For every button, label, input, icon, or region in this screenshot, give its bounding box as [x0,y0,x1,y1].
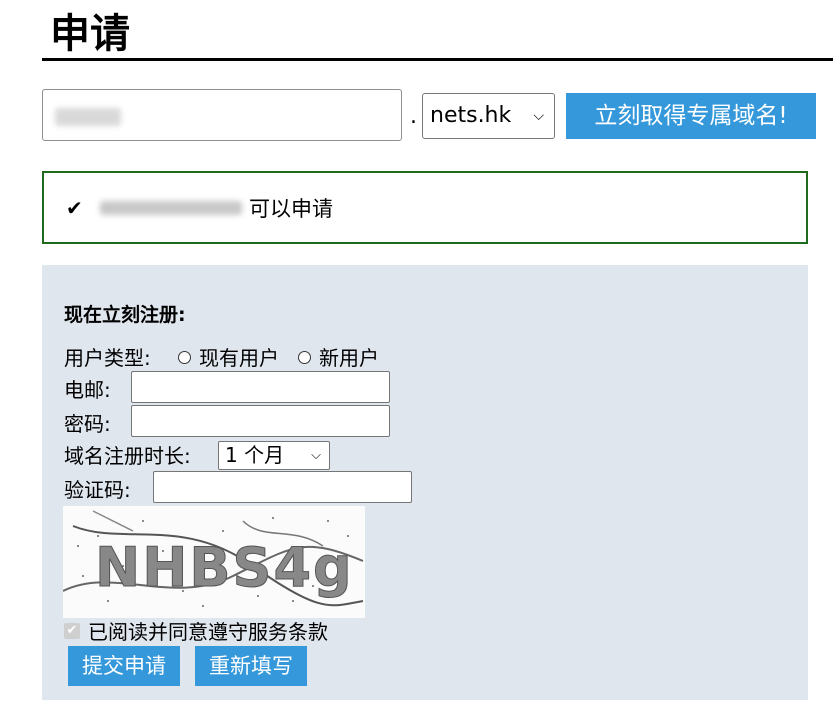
radio-new-user-label[interactable]: 新用户 [319,345,379,371]
duration-select[interactable]: 1 个月 ⌵ [218,441,330,470]
captcha-label: 验证码: [64,478,131,502]
radio-existing-user[interactable] [178,351,191,364]
domain-dot-separator: . [410,104,417,129]
radio-new-user[interactable] [298,351,311,364]
password-field[interactable] [131,405,390,437]
password-label: 密码: [64,412,111,436]
captcha-noise: NHBS4g [63,510,364,607]
domain-name-input[interactable] [42,89,402,141]
captcha-text: NHBS4g [95,536,354,599]
user-type-label: 用户类型: [64,346,151,370]
registration-panel: 现在立刻注册: 用户类型: 现有用户 新用户 电邮: 密码: 域名注册时长: 1… [42,265,808,700]
agree-checkbox[interactable]: ✔ [64,623,80,639]
agree-label: 已阅读并同意遵守服务条款 [88,620,328,644]
email-field[interactable] [131,371,390,403]
email-label: 电邮: [64,378,111,402]
check-icon: ✔ [66,196,83,220]
duration-selected-value: 1 个月 [225,443,285,467]
tld-selected-value: nets.hk [430,103,512,128]
registration-title: 现在立刻注册: [64,304,186,326]
title-divider [42,58,833,61]
get-domain-button[interactable]: 立刻取得专属域名! [566,93,816,139]
captcha-image: NHBS4g [63,506,365,618]
availability-message: 可以申请 [249,197,333,221]
chevron-down-icon: ⌵ [533,108,544,124]
duration-label: 域名注册时长: [64,444,191,468]
page-title: 申请 [50,11,130,57]
captcha-field[interactable] [153,471,412,503]
availability-result: ✔ 可以申请 [42,171,808,244]
reset-form-button[interactable]: 重新填写 [195,646,307,686]
redacted-domain-result [100,201,242,215]
redacted-domain-text [55,108,121,126]
tld-select[interactable]: nets.hk ⌵ [422,93,555,139]
submit-application-button[interactable]: 提交申请 [68,646,180,686]
radio-existing-user-label[interactable]: 现有用户 [199,345,279,371]
chevron-down-icon: ⌵ [311,448,321,463]
